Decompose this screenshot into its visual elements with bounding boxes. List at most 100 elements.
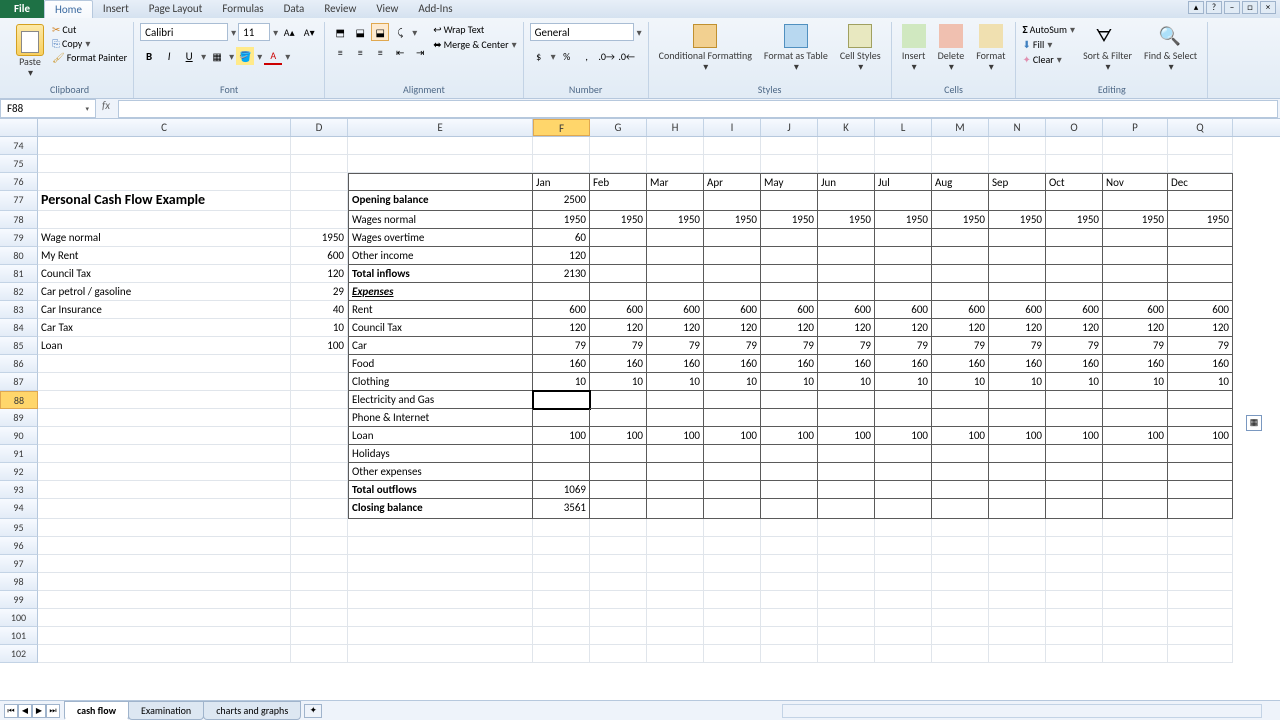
cell[interactable] [989,609,1046,627]
cell[interactable] [1046,283,1103,301]
cell[interactable] [647,137,704,155]
row-header[interactable]: 86 [0,355,38,373]
cell[interactable] [291,173,348,191]
row-header[interactable]: 85 [0,337,38,355]
cell[interactable]: 79 [1103,337,1168,355]
cell[interactable] [38,211,291,229]
cell[interactable] [1046,463,1103,481]
row-header[interactable]: 78 [0,211,38,229]
tab-file[interactable]: File [0,0,44,18]
cell[interactable] [38,463,291,481]
cell[interactable] [1046,265,1103,283]
cell[interactable]: Personal Cash Flow Example [38,191,291,211]
cell[interactable] [590,627,647,645]
help-icon[interactable]: ? [1206,1,1222,14]
cell[interactable]: Oct [1046,173,1103,191]
cell[interactable]: Wages overtime [348,229,533,247]
cell[interactable] [590,391,647,409]
row-header[interactable]: 77 [0,191,38,211]
cell[interactable] [989,445,1046,463]
cell[interactable] [704,137,761,155]
sheet-nav-next-icon[interactable]: ▶ [32,704,46,718]
cell[interactable]: 1950 [291,229,348,247]
cell[interactable] [590,573,647,591]
cell[interactable] [704,191,761,211]
cell[interactable]: 1950 [932,211,989,229]
accounting-icon[interactable]: $ [530,47,548,65]
cell[interactable]: 160 [590,355,647,373]
cell[interactable]: 120 [818,319,875,337]
cell[interactable] [1103,283,1168,301]
cell[interactable] [761,391,818,409]
cell[interactable]: 120 [590,319,647,337]
cell[interactable]: 10 [932,373,989,391]
cell[interactable] [875,155,932,173]
grow-font-icon[interactable]: A▴ [280,23,298,41]
cell[interactable] [932,155,989,173]
cell[interactable] [38,355,291,373]
cell[interactable] [818,191,875,211]
cell[interactable] [989,229,1046,247]
cell[interactable]: 600 [989,301,1046,319]
col-header-D[interactable]: D [291,119,348,136]
cell[interactable] [1168,627,1233,645]
cell[interactable] [1168,537,1233,555]
cell[interactable]: 100 [818,427,875,445]
align-bottom-icon[interactable]: ⬓ [371,23,389,41]
percent-icon[interactable]: % [558,47,576,65]
cell[interactable] [1046,191,1103,211]
cell[interactable] [761,191,818,211]
cell[interactable] [932,609,989,627]
cell[interactable] [348,645,533,663]
row-header[interactable]: 75 [0,155,38,173]
cell[interactable]: 2500 [533,191,590,211]
cell[interactable]: 120 [291,265,348,283]
cell[interactable] [704,609,761,627]
cell[interactable] [647,627,704,645]
cell[interactable] [647,283,704,301]
cell[interactable] [590,283,647,301]
cell[interactable]: Jun [818,173,875,191]
row-header[interactable]: 88 [0,391,38,409]
horizontal-scrollbar[interactable] [782,704,1262,718]
cell[interactable] [590,555,647,573]
cell[interactable] [1046,499,1103,519]
cell[interactable] [989,481,1046,499]
cell[interactable]: 1950 [818,211,875,229]
font-color-button[interactable]: A [264,47,282,65]
row-header[interactable]: 95 [0,519,38,537]
cell[interactable] [291,627,348,645]
cell[interactable]: Council Tax [348,319,533,337]
cell[interactable] [761,573,818,591]
cell[interactable] [533,137,590,155]
cell[interactable]: 1950 [761,211,818,229]
row-header[interactable]: 83 [0,301,38,319]
cell[interactable] [761,499,818,519]
cell[interactable] [291,355,348,373]
cell[interactable]: 79 [989,337,1046,355]
cell[interactable] [704,481,761,499]
increase-decimal-icon[interactable]: .0→ [598,47,616,65]
cell[interactable] [989,247,1046,265]
cell[interactable] [818,537,875,555]
cell[interactable] [647,247,704,265]
cell[interactable]: Rent [348,301,533,319]
cell[interactable] [875,573,932,591]
cell[interactable]: 10 [818,373,875,391]
cell[interactable] [1103,519,1168,537]
cell[interactable]: 160 [989,355,1046,373]
align-top-icon[interactable]: ⬒ [331,23,349,41]
number-format-select[interactable] [530,23,634,41]
cell[interactable]: Holidays [348,445,533,463]
cell[interactable]: Jul [875,173,932,191]
cell[interactable] [761,247,818,265]
cell[interactable] [761,155,818,173]
cell[interactable] [932,499,989,519]
formula-bar[interactable] [118,100,1278,118]
row-header[interactable]: 96 [0,537,38,555]
cell[interactable]: 100 [1168,427,1233,445]
tab-data[interactable]: Data [274,0,315,18]
cell[interactable]: 100 [704,427,761,445]
cell[interactable] [989,283,1046,301]
row-header[interactable]: 74 [0,137,38,155]
